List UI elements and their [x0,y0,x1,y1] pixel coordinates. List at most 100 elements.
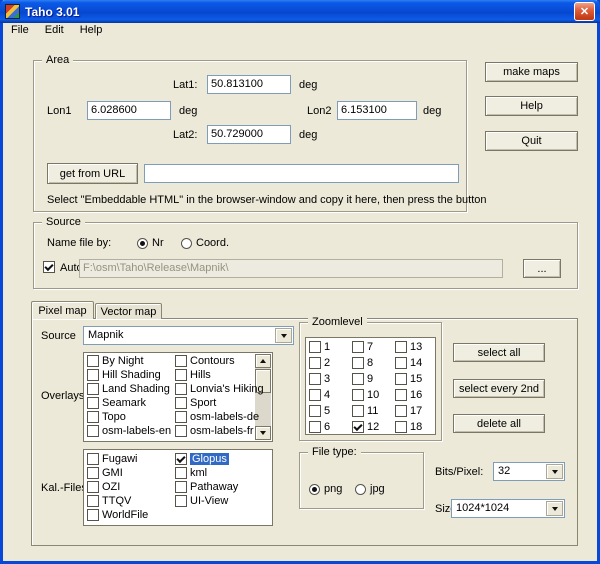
zoom-checkbox-16[interactable]: 16 [393,387,436,403]
overlay-checkbox-hill-shading[interactable]: Hill Shading [85,368,173,382]
tab-pixel-map[interactable]: Pixel map [31,301,94,319]
zoom-checkbox-17[interactable]: 17 [393,403,436,419]
radio-name-by-coord[interactable] [181,238,192,249]
checkbox-icon[interactable] [352,405,364,417]
kal-checkbox-ttqv[interactable]: TTQV [85,494,173,508]
checkbox-icon[interactable] [87,369,99,381]
zoom-checkbox-4[interactable]: 4 [307,387,350,403]
checkbox-icon[interactable] [87,453,99,465]
radio-name-by-nr[interactable] [137,238,148,249]
checkbox-icon[interactable] [309,389,321,401]
menu-help[interactable]: Help [72,21,111,39]
menu-file[interactable]: File [3,21,37,39]
dropdown-arrow-icon[interactable] [546,464,563,479]
delete-all-button[interactable]: delete all [453,414,545,433]
menu-edit[interactable]: Edit [37,21,72,39]
overlay-checkbox-contours[interactable]: Contours [173,354,261,368]
overlay-checkbox-osm-labels-en[interactable]: osm-labels-en [85,424,173,438]
kal-checkbox-gmi[interactable]: GMI [85,466,173,480]
checkbox-icon[interactable] [175,411,187,423]
lat2-input[interactable]: 50.729000 [207,125,291,144]
overlay-checkbox-sport[interactable]: Sport [173,396,261,410]
radio-filetype-jpg[interactable] [355,484,366,495]
overlay-checkbox-lonvia-s-hiking[interactable]: Lonvia's Hiking [173,382,261,396]
checkbox-icon[interactable] [395,357,407,369]
zoom-checkbox-5[interactable]: 5 [307,403,350,419]
zoom-checkbox-13[interactable]: 13 [393,339,436,355]
tile-source-dropdown[interactable]: Mapnik [83,326,294,345]
lat1-input[interactable]: 50.813100 [207,75,291,94]
zoom-checkbox-18[interactable]: 18 [393,419,436,435]
lon1-input[interactable]: 6.028600 [87,101,171,120]
kal-checkbox-kml[interactable]: kml [173,466,261,480]
zoom-checkbox-11[interactable]: 11 [350,403,393,419]
overlay-checkbox-hills[interactable]: Hills [173,368,261,382]
overlay-checkbox-land-shading[interactable]: Land Shading [85,382,173,396]
zoom-checkbox-1[interactable]: 1 [307,339,350,355]
kal-checkbox-worldfile[interactable]: WorldFile [85,508,173,522]
zoom-checkbox-10[interactable]: 10 [350,387,393,403]
tab-vector-map[interactable]: Vector map [95,303,162,319]
overlay-checkbox-topo[interactable]: Topo [85,410,173,424]
checkbox-icon[interactable] [352,357,364,369]
auto-checkbox[interactable] [43,261,55,273]
checkbox-icon[interactable] [352,421,364,433]
checkbox-icon[interactable] [309,357,321,369]
checkbox-icon[interactable] [87,467,99,479]
dropdown-arrow-icon[interactable] [546,501,563,516]
checkbox-icon[interactable] [87,411,99,423]
checkbox-icon[interactable] [352,373,364,385]
checkbox-icon[interactable] [352,341,364,353]
checkbox-icon[interactable] [175,355,187,367]
zoom-checkbox-7[interactable]: 7 [350,339,393,355]
lon2-input[interactable]: 6.153100 [337,101,417,120]
select-all-button[interactable]: select all [453,343,545,362]
checkbox-icon[interactable] [87,397,99,409]
checkbox-icon[interactable] [395,389,407,401]
quit-button[interactable]: Quit [485,131,578,151]
help-button[interactable]: Help [485,96,578,116]
size-dropdown[interactable]: 1024*1024 [451,499,565,518]
overlay-checkbox-seamark[interactable]: Seamark [85,396,173,410]
zoom-checkbox-14[interactable]: 14 [393,355,436,371]
checkbox-icon[interactable] [309,421,321,433]
checkbox-icon[interactable] [395,421,407,433]
checkbox-icon[interactable] [175,425,187,437]
kal-checkbox-ui-view[interactable]: UI-View [173,494,261,508]
zoom-checkbox-9[interactable]: 9 [350,371,393,387]
kal-checkbox-fugawi[interactable]: Fugawi [85,452,173,466]
kal-checkbox-pathaway[interactable]: Pathaway [173,480,261,494]
browse-button[interactable]: ... [523,259,561,278]
radio-filetype-png[interactable] [309,484,320,495]
checkbox-icon[interactable] [395,405,407,417]
kal-checkbox-glopus[interactable]: Glopus [173,452,261,466]
checkbox-icon[interactable] [175,369,187,381]
checkbox-icon[interactable] [309,373,321,385]
checkbox-icon[interactable] [175,397,187,409]
checkbox-icon[interactable] [87,383,99,395]
checkbox-icon[interactable] [175,467,187,479]
get-from-url-button[interactable]: get from URL [47,163,138,184]
checkbox-icon[interactable] [87,495,99,507]
close-button[interactable]: ✕ [574,2,595,21]
zoom-checkbox-3[interactable]: 3 [307,371,350,387]
checkbox-icon[interactable] [87,425,99,437]
checkbox-icon[interactable] [309,341,321,353]
overlay-checkbox-by-night[interactable]: By Night [85,354,173,368]
url-input[interactable] [144,164,459,183]
checkbox-icon[interactable] [175,481,187,493]
dropdown-arrow-icon[interactable] [275,328,292,343]
kal-checkbox-ozi[interactable]: OZI [85,480,173,494]
checkbox-icon[interactable] [87,355,99,367]
checkbox-icon[interactable] [87,481,99,493]
select-every-2nd-button[interactable]: select every 2nd [453,379,545,398]
overlay-checkbox-osm-labels-de[interactable]: osm-labels-de [173,410,261,424]
make-maps-button[interactable]: make maps [485,62,578,82]
zoom-checkbox-15[interactable]: 15 [393,371,436,387]
checkbox-icon[interactable] [175,383,187,395]
zoom-checkbox-2[interactable]: 2 [307,355,350,371]
overlay-checkbox-osm-labels-fr[interactable]: osm-labels-fr [173,424,261,438]
checkbox-icon[interactable] [87,509,99,521]
checkbox-icon[interactable] [352,389,364,401]
checkbox-icon[interactable] [395,341,407,353]
